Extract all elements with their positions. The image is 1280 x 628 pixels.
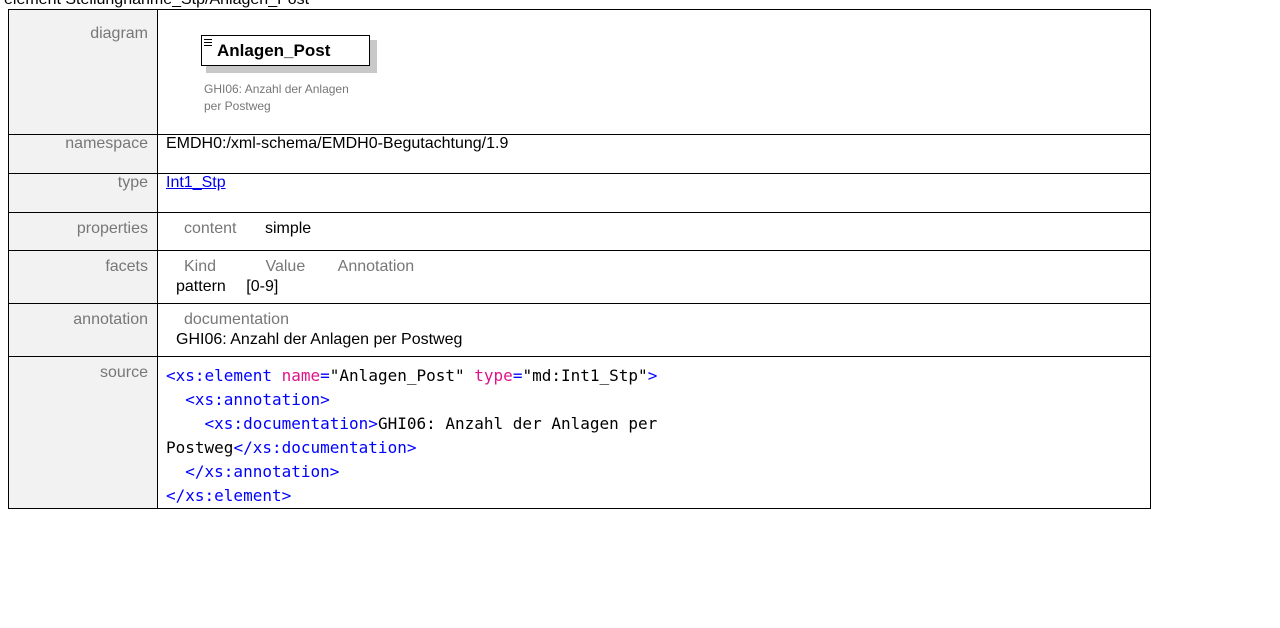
- element-lines-icon: [204, 39, 213, 48]
- type-link[interactable]: Int1_Stp: [166, 174, 226, 191]
- source-line: </xs:element>: [166, 486, 292, 505]
- element-diagram: Anlagen_Post GHI06: Anzahl der Anlagen p…: [166, 10, 1150, 134]
- row-annotation: annotation documentation GHI06: Anzahl d…: [8, 303, 1151, 357]
- source-code: <xs:element name="Anlagen_Post" type="md…: [166, 357, 1150, 508]
- element-box[interactable]: Anlagen_Post: [201, 35, 370, 66]
- row-facets: facets Kind Value Annotation pattern [0-…: [8, 250, 1151, 304]
- source-line: <xs:documentation>GHI06: Anzahl der Anla…: [204, 414, 658, 433]
- row-label-type: type: [117, 174, 148, 191]
- source-line: <xs:annotation>: [185, 390, 330, 409]
- diagram-doc-line-1: GHI06: Anzahl der Anlagen: [204, 82, 349, 96]
- element-box-name: Anlagen_Post: [217, 41, 331, 60]
- row-label-properties: properties: [76, 220, 148, 237]
- annotation-heading: documentation: [184, 311, 289, 328]
- source-line: <xs:element name="Anlagen_Post" type="md…: [166, 366, 658, 385]
- namespace-value: EMDH0:/xml-schema/EMDH0-Begutachtung/1.9: [166, 135, 509, 152]
- facets-header-value: Value: [265, 258, 306, 275]
- row-source: source <xs:element name="Anlagen_Post" t…: [8, 356, 1151, 509]
- row-label-annotation: annotation: [73, 311, 148, 328]
- row-label-diagram: diagram: [90, 25, 148, 42]
- row-label-namespace: namespace: [65, 135, 148, 152]
- source-line: Postweg</xs:documentation>: [166, 438, 417, 457]
- facet-kind: pattern: [176, 278, 226, 295]
- facets-header-annotation: Annotation: [337, 258, 415, 275]
- property-key: content: [184, 220, 237, 237]
- schema-doc-table: diagram Anlagen_Post GHI06: Anzahl der A…: [8, 9, 1151, 509]
- row-type: type Int1_Stp: [8, 173, 1151, 213]
- row-properties: properties content simple: [8, 212, 1151, 251]
- row-label-facets: facets: [105, 258, 148, 275]
- property-value: simple: [264, 220, 312, 237]
- row-diagram: diagram Anlagen_Post GHI06: Anzahl der A…: [8, 9, 1151, 135]
- page-title: element Stellungnahme_Stp/Anlagen_Post: [4, 0, 309, 9]
- source-line: </xs:annotation>: [185, 462, 340, 481]
- row-label-source: source: [99, 364, 148, 381]
- row-namespace: namespace EMDH0:/xml-schema/EMDH0-Beguta…: [8, 134, 1151, 174]
- facet-value: [0-9]: [246, 278, 279, 295]
- element-diagram-doc: GHI06: Anzahl der Anlagen per Postweg: [204, 81, 349, 115]
- annotation-text: GHI06: Anzahl der Anlagen per Postweg: [176, 331, 463, 348]
- facets-header-kind: Kind: [184, 258, 217, 275]
- diagram-doc-line-2: per Postweg: [204, 99, 271, 113]
